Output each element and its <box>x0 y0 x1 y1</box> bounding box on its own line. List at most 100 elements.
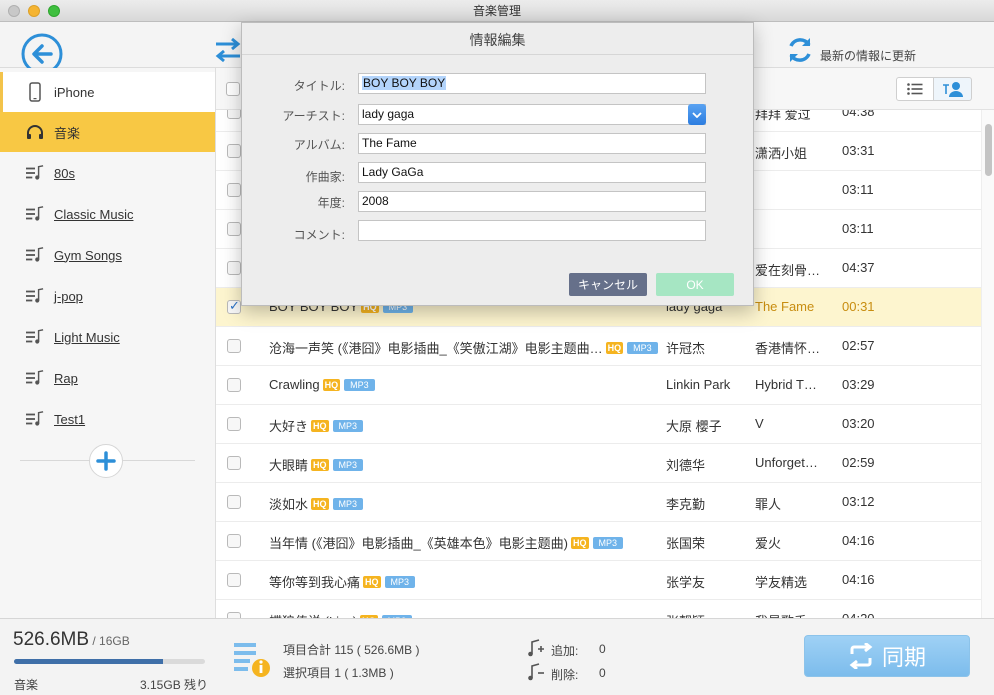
cancel-button[interactable]: キャンセル <box>569 273 647 296</box>
song-title-text: 等你等到我心痛 <box>269 575 361 590</box>
playlist-icon <box>26 369 44 387</box>
row-checkbox[interactable] <box>227 456 241 470</box>
song-duration: 04:38 <box>842 110 875 119</box>
song-album: 爱火 <box>755 536 782 551</box>
vertical-scrollbar[interactable] <box>981 110 994 618</box>
refresh-icon[interactable] <box>786 36 814 64</box>
mp3-badge: MP3 <box>384 575 416 588</box>
row-checkbox[interactable] <box>227 534 241 548</box>
sidebar-item-music[interactable]: 音楽 <box>0 112 215 152</box>
row-checkbox[interactable] <box>227 144 241 158</box>
maximize-window-button[interactable] <box>48 5 60 17</box>
chevron-down-icon <box>692 111 702 118</box>
song-duration: 04:16 <box>842 572 875 587</box>
ok-button[interactable]: OK <box>656 273 734 296</box>
row-checkbox[interactable] <box>227 261 241 275</box>
artist-view-button[interactable] <box>934 77 972 101</box>
table-row[interactable]: 蝶狼传说 (Live)HQMP3 张靓颖我是歌手 04:20 <box>216 600 981 618</box>
delete-label: 削除: <box>551 668 579 682</box>
status-footer: 526.6MB / 16GB 音楽 3.15GB 残り 項目合計 115 ( 5… <box>0 618 994 695</box>
year-field-label: 年度: <box>317 196 345 210</box>
sidebar-item-playlist[interactable]: j-pop <box>0 276 215 316</box>
row-checkbox[interactable] <box>227 573 241 587</box>
song-title: 淡如水 HQ MP3 <box>269 494 659 513</box>
year-field[interactable]: 2008 <box>358 191 706 212</box>
title-bar: 音楽管理 <box>0 0 994 22</box>
add-playlist-button[interactable] <box>89 444 123 478</box>
select-all-checkbox[interactable] <box>226 82 240 96</box>
composer-field-label: 作曲家: <box>305 170 345 184</box>
edit-info-dialog: 情報編集 タイトル: BOY BOY BOY アーチスト: lady gaga … <box>241 22 754 306</box>
list-view-button[interactable] <box>896 77 934 101</box>
sidebar-item-playlist[interactable]: Test1 <box>0 399 215 439</box>
hq-badge: HQ <box>311 458 329 471</box>
transfer-icon[interactable] <box>214 37 242 64</box>
iphone-icon <box>26 82 44 102</box>
song-album: 拜拜 爱过 <box>755 110 811 122</box>
song-duration: 03:12 <box>842 494 875 509</box>
song-duration: 02:59 <box>842 455 875 470</box>
song-duration: 04:16 <box>842 533 875 548</box>
table-row[interactable]: Crawling HQ MP3 Linkin Park Hybrid T… 03:29 <box>216 366 981 405</box>
song-title-text: 沧海一声笑 (《港囧》电影插曲_《笑傲江湖》电影主题曲… <box>269 341 603 356</box>
storage-bar <box>14 659 205 664</box>
row-checkbox[interactable] <box>227 417 241 431</box>
song-artist: 张靓颖 <box>666 611 750 618</box>
sidebar-item-label: Rap <box>54 370 78 386</box>
table-row[interactable]: 大好き HQ MP3 大原 櫻子 V 03:20 <box>216 405 981 444</box>
song-duration: 03:31 <box>842 143 875 158</box>
song-title: 蝶狼传说 (Live)HQMP3 <box>269 611 659 618</box>
minimize-window-button[interactable] <box>28 5 40 17</box>
sidebar-item-playlist[interactable]: Gym Songs <box>0 235 215 275</box>
comment-field[interactable] <box>358 220 706 241</box>
composer-field[interactable]: Lady GaGa <box>358 162 706 183</box>
song-album: The Fame <box>755 299 815 314</box>
table-row[interactable]: 大眼睛 HQ MP3 刘德华 Unforget… 02:59 <box>216 444 981 483</box>
sidebar-item-playlist[interactable]: 80s <box>0 153 215 193</box>
song-artist: 大原 櫻子 <box>666 419 722 434</box>
storage-free: 3.15GB 残り <box>140 678 209 692</box>
storage-total: / 16GB <box>89 634 130 648</box>
playlist-icon <box>26 410 44 428</box>
sidebar-item-iphone[interactable]: iPhone <box>0 72 215 112</box>
sidebar-item-label: 音楽 <box>54 125 81 141</box>
artist-field[interactable]: lady gaga <box>358 104 706 125</box>
row-checkbox[interactable] <box>227 495 241 509</box>
row-checkbox[interactable] <box>227 110 241 119</box>
table-row[interactable]: 淡如水 HQ MP3 李克勤 罪人 03:12 <box>216 483 981 522</box>
album-field[interactable]: The Fame <box>358 133 706 154</box>
row-checkbox[interactable] <box>227 339 241 353</box>
song-album: Unforget… <box>755 455 818 470</box>
song-title-text: Crawling <box>269 377 320 392</box>
close-window-button[interactable] <box>8 5 20 17</box>
scroll-thumb[interactable] <box>985 124 992 176</box>
song-album: 爱在刻骨… <box>755 263 821 278</box>
sidebar-item-playlist[interactable]: Light Music <box>0 317 215 357</box>
song-duration: 04:20 <box>842 611 875 618</box>
row-checkbox[interactable] <box>227 298 241 314</box>
song-duration: 03:20 <box>842 416 875 431</box>
refresh-label[interactable]: 最新の情報に更新 <box>820 47 916 64</box>
sidebar-item-playlist[interactable]: Rap <box>0 358 215 398</box>
row-checkbox[interactable] <box>227 183 241 197</box>
table-row[interactable]: 当年情 (《港囧》电影插曲_《英雄本色》电影主题曲) HQ MP3 张国荣 爱火 04:1… <box>216 522 981 561</box>
song-title-text: 淡如水 <box>269 497 309 512</box>
title-field[interactable]: BOY BOY BOY <box>358 73 706 94</box>
playlist-icon <box>26 246 44 264</box>
hq-badge: HQ <box>605 341 624 354</box>
sync-button[interactable]: 同期 <box>804 635 970 677</box>
sync-icon <box>848 643 874 669</box>
add-count: 0 <box>599 642 606 656</box>
row-checkbox[interactable] <box>227 222 241 236</box>
song-title-text: 大眼睛 <box>269 458 309 473</box>
table-row[interactable]: 沧海一声笑 (《港囧》电影插曲_《笑傲江湖》电影主题曲… HQ MP3 许冠杰 香港情怀… <box>216 327 981 366</box>
artist-dropdown-button[interactable] <box>688 104 706 125</box>
song-artist: 李克勤 <box>666 497 706 512</box>
table-row[interactable]: 等你等到我心痛 HQ MP3 张学友 学友精选 04:16 <box>216 561 981 600</box>
song-album: 学友精选 <box>755 575 808 590</box>
song-duration: 02:57 <box>842 338 875 353</box>
sidebar-item-playlist[interactable]: Classic Music <box>0 194 215 234</box>
song-artist: Linkin Park <box>666 377 731 392</box>
song-duration: 04:37 <box>842 260 875 275</box>
row-checkbox[interactable] <box>227 378 241 392</box>
